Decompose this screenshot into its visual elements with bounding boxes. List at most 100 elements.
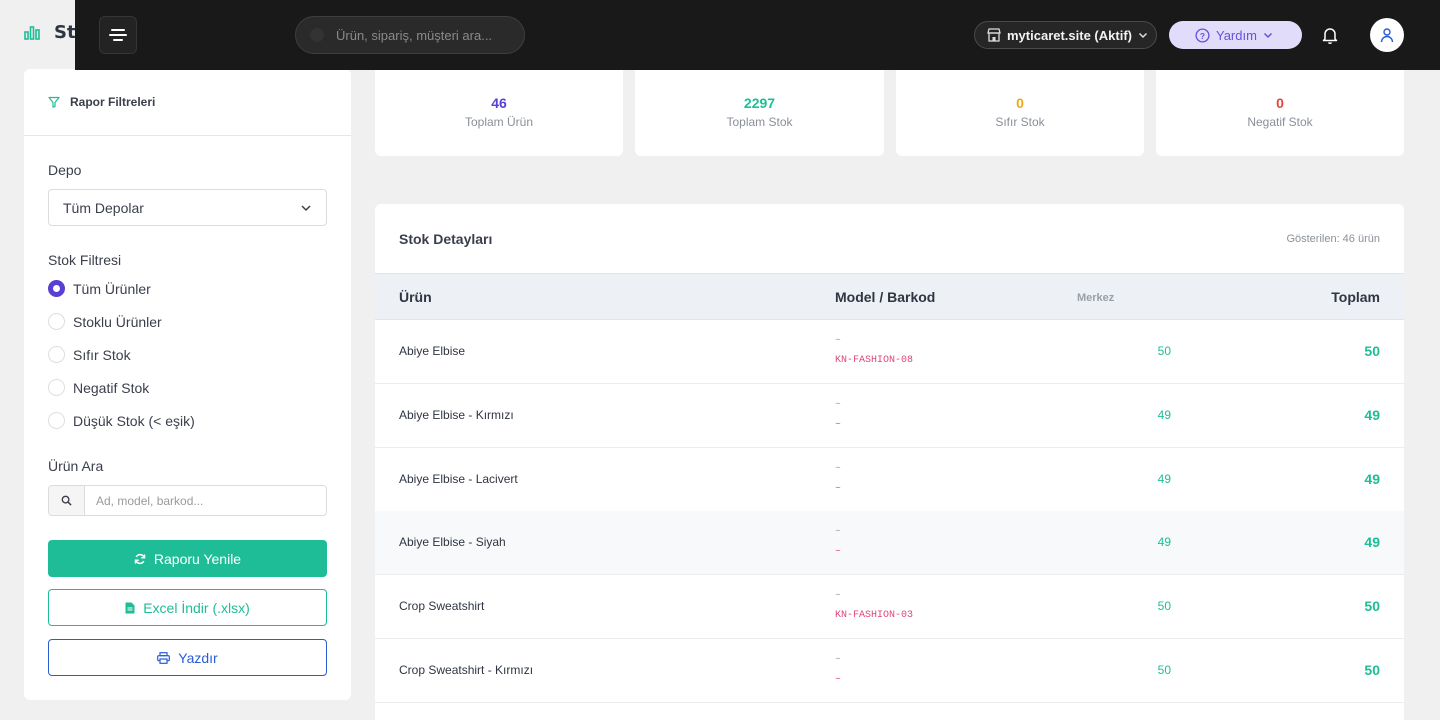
stock-option-label: Tüm Ürünler [73, 280, 151, 297]
stat-card-negative-stock: 0 Negatif Stok [1156, 70, 1404, 156]
user-avatar[interactable] [1370, 18, 1404, 52]
stock-option-zero[interactable]: Sıfır Stok [48, 346, 131, 363]
product-name: Abiye Elbise - Siyah [399, 535, 506, 549]
global-search-placeholder: Ürün, sipariş, müşteri ara... [336, 27, 493, 43]
chevron-down-icon [301, 204, 311, 211]
warehouse-stock: 50 [1157, 663, 1171, 677]
product-name: Crop Sweatshirt - Kırmızı [399, 663, 534, 677]
stock-option-all[interactable]: Tüm Ürünler [48, 280, 151, 297]
table-row[interactable]: Abiye Elbise - Kırmızı – – 49 49 [375, 384, 1404, 448]
stat-card-total-stock: 2297 Toplam Stok [635, 70, 884, 156]
total-stock: 50 [1364, 598, 1380, 614]
radio-icon[interactable] [48, 346, 65, 363]
menu-icon [109, 29, 127, 41]
bell-icon [1322, 28, 1338, 45]
stock-details-card: Stok Detayları Gösterilen: 46 ürün Ürün … [375, 204, 1404, 720]
product-barcode: KN-FASHION-08 [835, 355, 914, 366]
product-search-field [48, 485, 327, 516]
column-header-warehouse[interactable]: Merkez [1077, 292, 1114, 304]
product-barcode: – [835, 546, 842, 557]
refresh-report-button[interactable]: Raporu Yenile [48, 540, 327, 577]
store-icon [987, 28, 1001, 42]
print-button[interactable]: Yazdır [48, 639, 327, 676]
stat-value: 46 [491, 95, 507, 111]
help-label: Yardım [1216, 27, 1257, 43]
radio-icon[interactable] [48, 379, 65, 396]
file-excel-icon [125, 602, 135, 613]
radio-icon[interactable] [48, 412, 65, 429]
stat-value: 2297 [743, 95, 776, 111]
column-header-total[interactable]: Toplam [1331, 289, 1380, 305]
radio-checked-icon[interactable] [48, 280, 65, 297]
stat-label: Sıfır Stok [995, 115, 1045, 129]
stock-option-in-stock[interactable]: Stoklu Ürünler [48, 313, 162, 330]
product-model: – [835, 654, 842, 665]
total-stock: 49 [1364, 407, 1380, 423]
table-row[interactable]: Abiye Elbise - Lacivert – – 49 49 [375, 448, 1404, 512]
site-label: myticaret.site (Aktif) [1007, 27, 1132, 43]
total-stock: 50 [1364, 662, 1380, 678]
stat-card-total-products: 46 Toplam Ürün [375, 70, 623, 156]
print-label: Yazdır [178, 649, 218, 666]
product-barcode: – [835, 419, 842, 430]
product-barcode: – [835, 674, 842, 685]
warehouse-stock: 50 [1157, 344, 1171, 358]
notifications-button[interactable] [1320, 25, 1340, 49]
product-name: Crop Sweatshirt [399, 599, 485, 613]
stock-option-label: Negatif Stok [73, 379, 150, 396]
stat-label: Negatif Stok [1247, 115, 1313, 129]
total-stock: 49 [1364, 534, 1380, 550]
excel-download-button[interactable]: Excel İndir (.xlsx) [48, 589, 327, 626]
menu-button[interactable] [99, 16, 137, 54]
refresh-report-label: Raporu Yenile [153, 550, 242, 567]
warehouse-stock: 49 [1157, 408, 1171, 422]
table-row[interactable]: Crop Sweatshirt – KN-FASHION-03 50 50 [375, 575, 1404, 639]
stock-option-low[interactable]: Düşük Stok (< eşik) [48, 412, 195, 429]
warehouse-stock: 50 [1157, 599, 1171, 613]
printer-icon [157, 651, 171, 664]
column-header-model-barcode[interactable]: Model / Barkod [835, 289, 935, 305]
product-model: – [835, 463, 842, 474]
help-button[interactable]: ? Yardım [1169, 21, 1302, 49]
warehouse-select[interactable]: Tüm Depolar [48, 189, 327, 226]
global-search-input[interactable]: Ürün, sipariş, müşteri ara... [295, 16, 525, 54]
refresh-icon [134, 553, 146, 564]
table-row[interactable]: Abiye Elbise – KN-FASHION-08 50 50 [375, 320, 1404, 384]
report-filters-panel: Rapor Filtreleri Depo Tüm Depolar Stok F… [24, 69, 351, 700]
filters-title: Rapor Filtreleri [70, 95, 156, 109]
table-row[interactable]: Abiye Elbise - Siyah – – 49 49 [375, 511, 1404, 575]
table-row[interactable]: Crop Sweatshirt - Kırmızı – – 50 50 [375, 639, 1404, 703]
chevron-down-icon [1263, 32, 1272, 39]
product-model: – [835, 526, 842, 537]
product-model: – [835, 590, 842, 601]
shown-count: Gösterilen: 46 ürün [1286, 232, 1380, 245]
total-stock: 50 [1364, 343, 1380, 359]
excel-download-label: Excel İndir (.xlsx) [143, 599, 250, 616]
stat-label: Toplam Ürün [464, 115, 534, 129]
column-header-product[interactable]: Ürün [399, 289, 432, 305]
search-icon-box [49, 486, 85, 515]
product-model: – [835, 335, 842, 346]
product-barcode: KN-FASHION-03 [835, 610, 914, 621]
warehouse-label: Depo [48, 162, 82, 178]
stock-filter-label: Stok Filtresi [48, 252, 122, 268]
product-search-label: Ürün Ara [48, 458, 104, 474]
stock-details-title: Stok Detayları [399, 230, 493, 247]
product-name: Abiye Elbise - Kırmızı [399, 408, 514, 422]
site-selector[interactable]: myticaret.site (Aktif) [974, 21, 1157, 49]
total-stock: 49 [1364, 471, 1380, 487]
product-barcode: – [835, 483, 842, 494]
product-search-input[interactable] [85, 486, 325, 515]
chevron-down-icon [1138, 32, 1148, 39]
product-name: Abiye Elbise [399, 344, 466, 358]
warehouse-stock: 49 [1157, 535, 1171, 549]
warehouse-selected: Tüm Depolar [63, 199, 144, 216]
stock-option-label: Düşük Stok (< eşik) [73, 412, 195, 429]
stock-details-header: Stok Detayları Gösterilen: 46 ürün [375, 204, 1404, 273]
topbar: Ürün, sipariş, müşteri ara... myticaret.… [75, 0, 1440, 70]
stat-card-zero-stock: 0 Sıfır Stok [896, 70, 1144, 156]
stock-option-label: Stoklu Ürünler [73, 313, 162, 330]
user-icon [1380, 28, 1394, 43]
stock-option-negative[interactable]: Negatif Stok [48, 379, 149, 396]
radio-icon[interactable] [48, 313, 65, 330]
